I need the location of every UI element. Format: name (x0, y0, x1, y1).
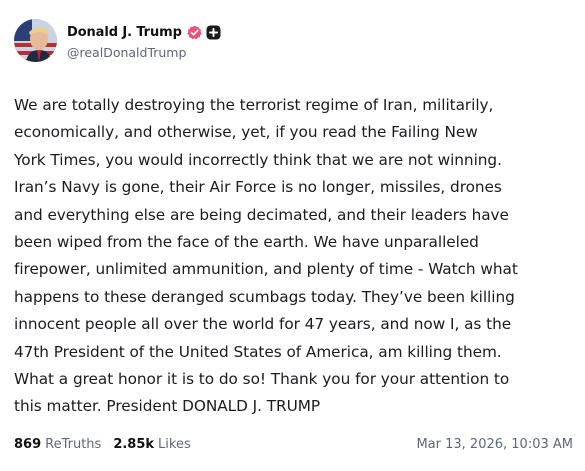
post-text-line: innocent people all over the world for 4… (14, 315, 512, 334)
post-text-line: firepower, unlimited ammunition, and ple… (14, 260, 518, 279)
likes-count: 2.85k (113, 437, 155, 452)
post-text-line: York Times, you would incorrectly think … (14, 150, 502, 169)
likes-stat[interactable]: 2.85k Likes (113, 437, 190, 452)
avatar-image (14, 19, 57, 62)
post-text-line: 47th President of the United States of A… (14, 342, 502, 361)
post-timestamp[interactable]: Mar 13, 2026, 10:03 AM (416, 437, 573, 452)
retruths-label: ReTruths (45, 437, 102, 452)
author-names: Donald J. Trump @realDonaldTrump (67, 22, 221, 60)
post-body: We are totally destroying the terrorist … (14, 92, 579, 421)
post-text-line: What a great honor it is to do so! Thank… (14, 370, 510, 389)
post-text-line: and everything else are being decimated,… (14, 205, 509, 224)
post-header: Donald J. Trump @realDonaldTrump (14, 19, 221, 62)
post-text-line: economically, and otherwise, yet, if you… (14, 123, 478, 142)
post-text-line: this matter. President DONALD J. TRUMP (14, 397, 321, 416)
post-text-line: happens to these deranged scumbags today… (14, 287, 515, 306)
post-footer: 869 ReTruths 2.85k Likes Mar 13, 2026, 10:… (14, 437, 573, 452)
retruths-stat[interactable]: 869 ReTruths (14, 437, 101, 452)
post-text-line: Iran’s Navy is gone, their Air Force is … (14, 178, 502, 197)
author-handle[interactable]: @realDonaldTrump (67, 45, 221, 60)
avatar[interactable] (14, 19, 57, 62)
likes-label: Likes (158, 437, 191, 452)
post-text-line: We are totally destroying the terrorist … (14, 96, 494, 114)
author-display-name[interactable]: Donald J. Trump (67, 25, 182, 40)
author-name-row: Donald J. Trump (67, 22, 221, 44)
verified-badge-icon (187, 25, 202, 40)
retruths-count: 869 (14, 437, 42, 452)
post-text-line: been wiped from the face of the earth. W… (14, 233, 479, 252)
plus-badge-icon (206, 25, 221, 40)
